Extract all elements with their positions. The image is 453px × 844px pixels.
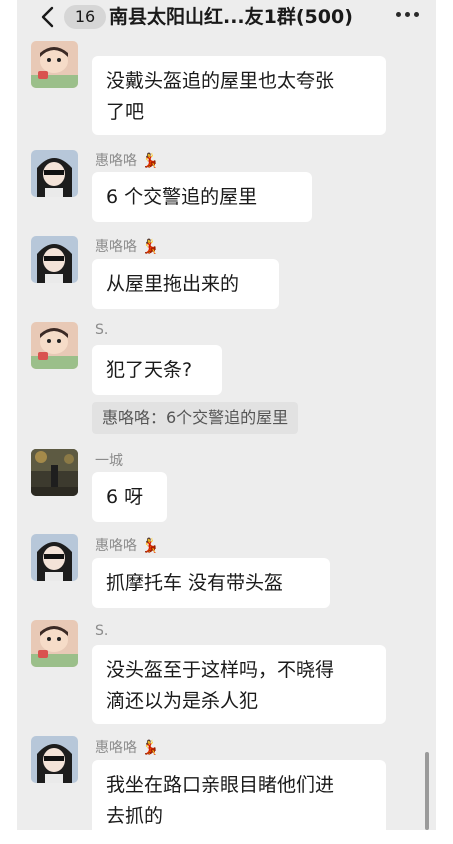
chevron-left-icon[interactable] <box>37 5 59 29</box>
anime-girl-avatar-image <box>31 534 78 581</box>
avatar-anime-girl[interactable] <box>31 236 78 283</box>
right-margin <box>436 0 453 844</box>
message-bubble[interactable]: 6 呀 <box>92 472 167 522</box>
sender-name: 惠咯咯 💃 <box>95 153 159 169</box>
sender-name: S. <box>95 322 109 338</box>
street-night-photo-avatar-image <box>31 449 78 496</box>
message-bubble[interactable]: 从屋里拖出来的 <box>92 259 279 309</box>
anime-girl-avatar-image <box>31 236 78 283</box>
cartoon-boy-avatar-image <box>31 620 78 667</box>
sender-name: 惠咯咯 💃 <box>95 538 159 554</box>
avatar-cartoon-boy[interactable] <box>31 620 78 667</box>
message-bubble[interactable]: 我坐在路口亲眼目睹他们进 去抓的 <box>92 760 386 839</box>
chat-header: 16 南县太阳山红...友1群(500) <box>17 0 436 36</box>
sender-name: 一城 <box>95 453 123 469</box>
avatar-anime-girl[interactable] <box>31 150 78 197</box>
cartoon-boy-avatar-image <box>31 322 78 369</box>
chat-title: 南县太阳山红...友1群(500) <box>109 6 353 28</box>
avatar-cartoon-boy[interactable] <box>31 322 78 369</box>
avatar-cartoon-boy[interactable] <box>31 41 78 88</box>
left-margin <box>0 0 17 844</box>
anime-girl-avatar-image <box>31 150 78 197</box>
message-list[interactable]: 没戴头盔追的屋里也太夸张 了吧 惠咯咯 💃 6 个交警追的屋里 惠咯咯 💃 从屋… <box>17 36 436 844</box>
message-bubble[interactable]: 没头盔至于这样吗，不晓得 滴还以为是杀人犯 <box>92 645 386 724</box>
message-bubble[interactable]: 6 个交警追的屋里 <box>92 172 312 222</box>
avatar-street-photo[interactable] <box>31 449 78 496</box>
sender-name: 惠咯咯 💃 <box>95 740 159 756</box>
message-bubble[interactable]: 犯了天条? <box>92 345 222 395</box>
quoted-message[interactable]: 惠咯咯：6个交警追的屋里 <box>92 402 299 434</box>
avatar-anime-girl[interactable] <box>31 534 78 581</box>
bottom-edge <box>0 830 453 844</box>
scrollbar-thumb[interactable] <box>425 752 429 830</box>
dancer-emoji-icon: 💃 <box>141 740 159 756</box>
dancer-emoji-icon: 💃 <box>141 538 159 554</box>
avatar-anime-girl[interactable] <box>31 736 78 783</box>
message-bubble[interactable]: 没戴头盔追的屋里也太夸张 了吧 <box>92 56 386 135</box>
dancer-emoji-icon: 💃 <box>141 153 159 169</box>
sender-name: 惠咯咯 💃 <box>95 239 159 255</box>
sender-name: S. <box>95 623 109 639</box>
dancer-emoji-icon: 💃 <box>141 239 159 255</box>
more-dots-icon[interactable] <box>396 12 420 20</box>
cartoon-boy-avatar-image <box>31 41 78 88</box>
anime-girl-avatar-image <box>31 736 78 783</box>
message-bubble[interactable]: 抓摩托车 没有带头盔 <box>92 558 330 608</box>
unread-count-badge[interactable]: 16 <box>64 5 106 29</box>
